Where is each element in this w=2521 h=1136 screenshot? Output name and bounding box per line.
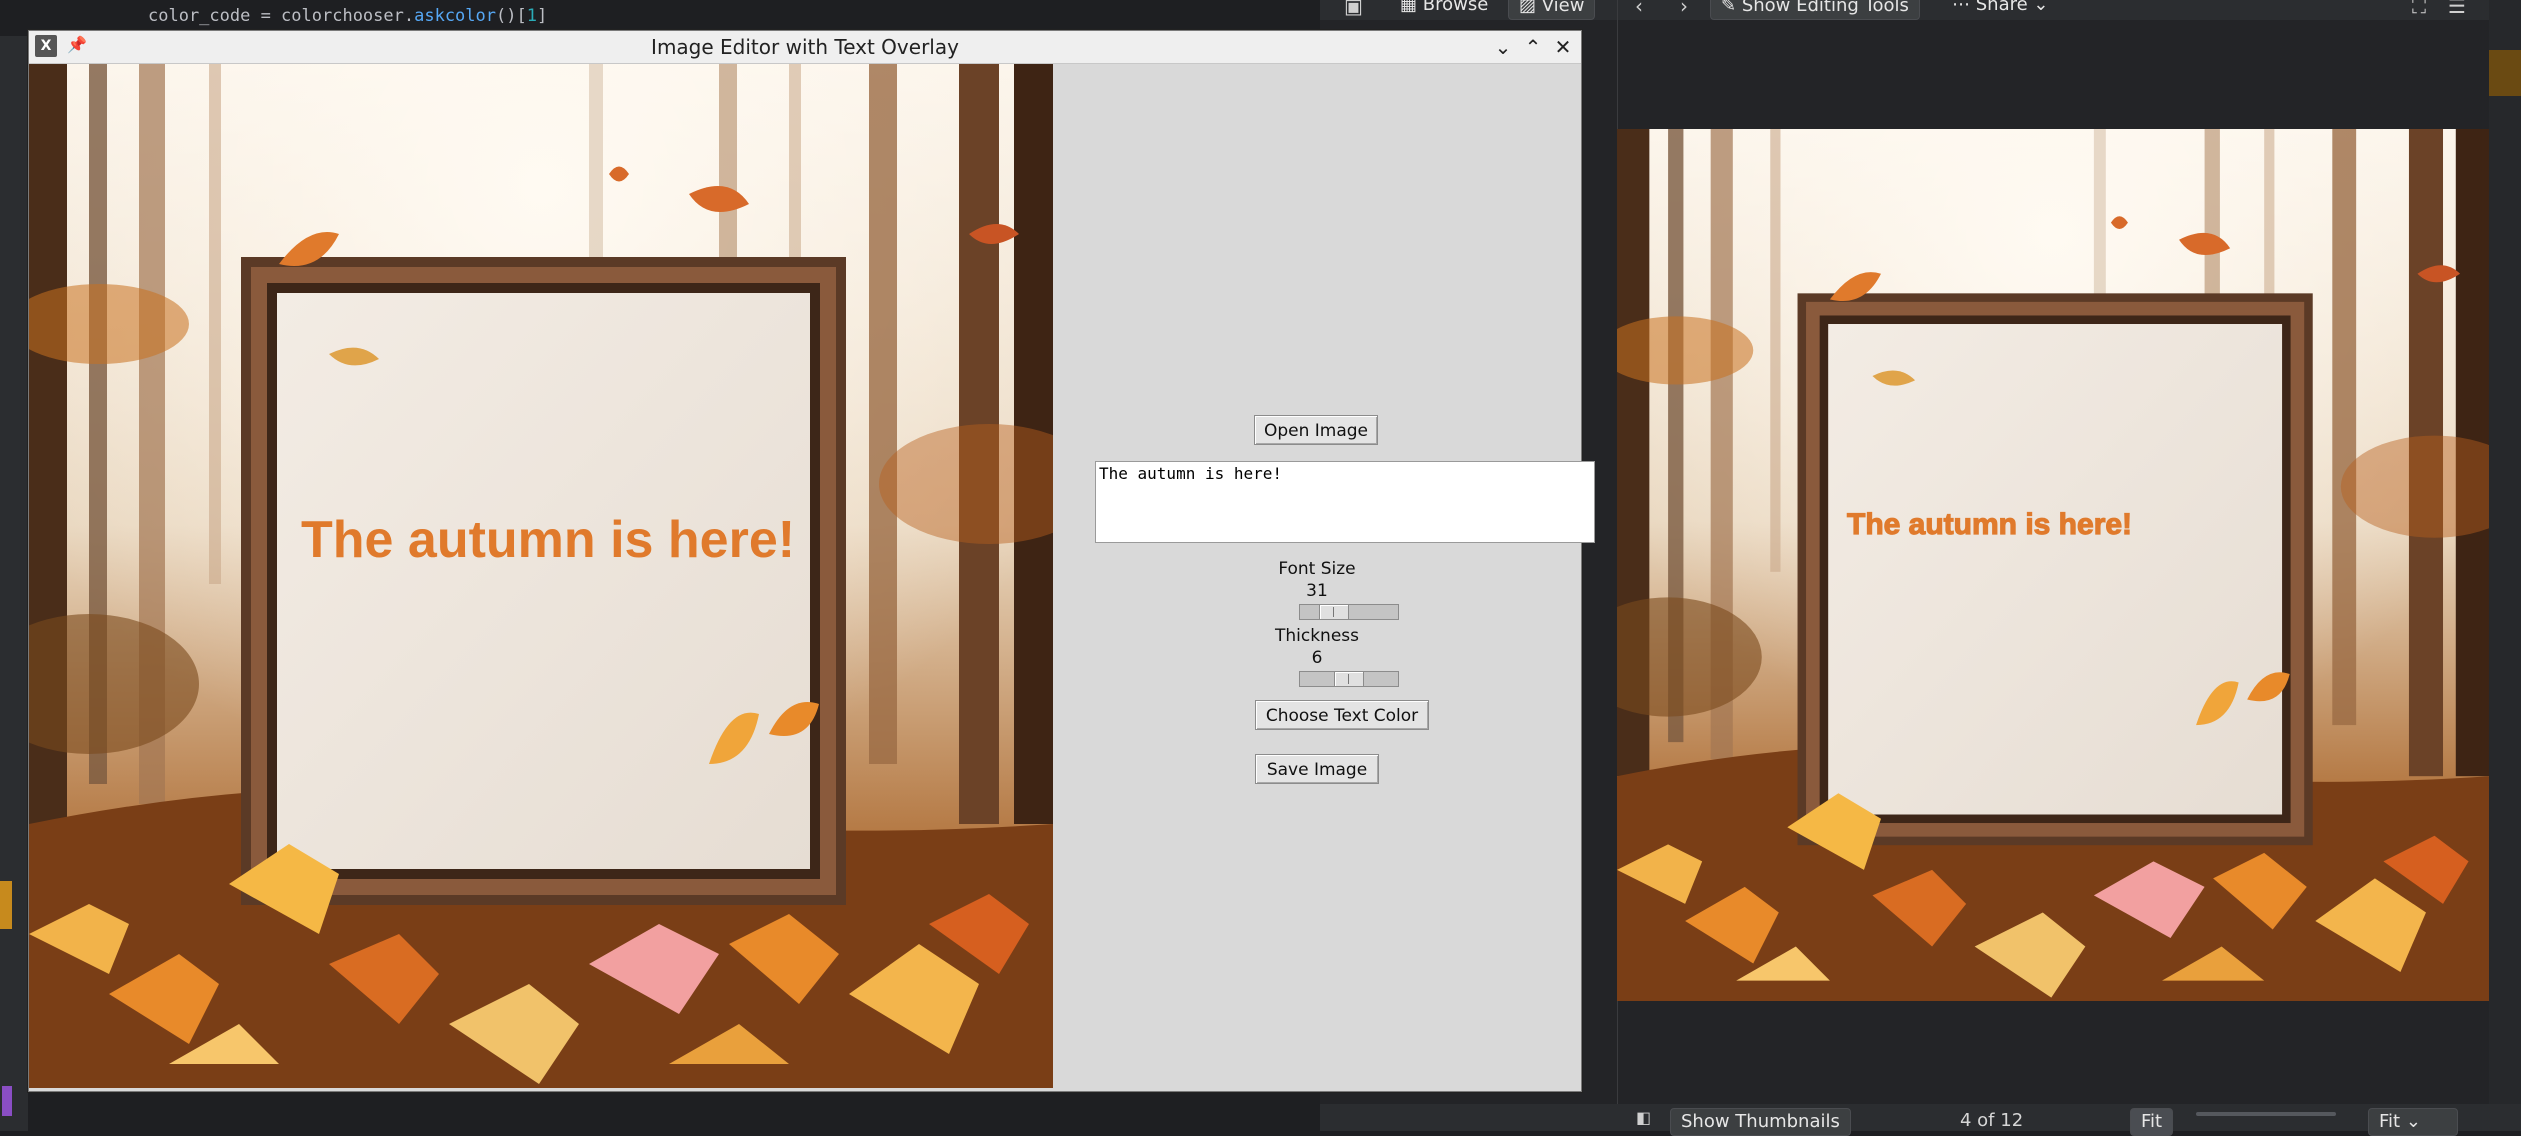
zoom-select-value: Fit [2379,1111,2401,1132]
hamburger-menu-icon[interactable]: ☰ [2448,0,2466,18]
rail-tab[interactable] [2,1086,12,1116]
fullscreen-icon[interactable]: ⛶ [2412,0,2426,18]
sidebar-toggle-icon[interactable]: ◧ [1636,1108,1651,1127]
view-label: View [1541,0,1585,16]
font-size-slider-thumb[interactable] [1319,604,1349,620]
sidebar-tab[interactable] [2489,50,2521,96]
chevron-down-icon: ⌄ [2027,0,2049,15]
fit-button[interactable]: Fit [2130,1108,2174,1136]
show-editing-tools-button[interactable]: ✎ Show Editing Tools [1710,0,1920,20]
autumn-frame-image [1617,129,2489,1001]
autumn-frame-image [29,64,1053,1088]
browse-button[interactable]: ▦ Browse [1390,0,1498,18]
back-arrow-icon[interactable]: ‹ [1635,0,1643,18]
share-button[interactable]: ⋯ Share ⌄ [1942,0,2059,18]
forward-arrow-icon[interactable]: › [1680,0,1688,18]
viewer-statusbar: ◧ Show Thumbnails 4 of 12 Fit Fit ⌄ [1320,1104,2521,1136]
image-icon: ▨ [1519,0,1542,16]
zoom-select[interactable]: Fit ⌄ [2368,1108,2458,1136]
code-text: ()[ [496,6,527,26]
view-button[interactable]: ▨ View [1508,0,1596,20]
code-function: askcolor [414,6,496,26]
share-icon: ⋯ [1952,0,1976,15]
overlay-text-input[interactable]: The autumn is here! [1095,461,1595,543]
maximize-chevron-icon[interactable]: ⌃ [1519,33,1547,61]
fit-label: Fit [2141,1111,2163,1132]
show-thumbnails-label: Show Thumbnails [1681,1111,1840,1132]
code-line: color_code = colorchooser.askcolor()[1] [148,6,547,26]
code-number: 1 [526,6,537,26]
image-counter: 4 of 12 [1960,1110,2024,1131]
font-size-value: 31 [1306,581,1328,601]
window-title: Image Editor with Text Overlay [651,35,959,59]
canvas-overlay-text: The autumn is here! [301,511,796,569]
browse-label: Browse [1422,0,1489,15]
code-text: ] [536,6,548,26]
home-icon[interactable]: ▣ [1344,0,1363,18]
image-canvas[interactable]: The autumn is here! [29,64,1053,1088]
font-size-slider[interactable] [1299,604,1399,620]
window-titlebar[interactable]: X 📌 Image Editor with Text Overlay ⌄ ⌃ ✕ [29,31,1581,64]
viewer-toolbar: ▣ ▦ Browse ▨ View ‹ › ✎ Show Editing Too… [1320,0,2521,20]
minimize-chevron-icon[interactable]: ⌄ [1489,33,1517,61]
controls-panel: Open Image The autumn is here! Font Size… [1053,64,1595,1090]
grid-icon: ▦ [1400,0,1423,15]
zoom-slider[interactable] [2196,1112,2336,1116]
editor-left-rail [0,36,28,1131]
viewer-overlay-text: The autumn is here! [1846,507,2133,541]
share-label: Share [1975,0,2028,15]
open-image-button[interactable]: Open Image [1254,415,1378,445]
thickness-slider-thumb[interactable] [1334,671,1364,687]
show-thumbnails-button[interactable]: Show Thumbnails [1670,1108,1851,1136]
viewer-right-sidebar [2489,0,2521,1131]
pencil-icon: ✎ [1721,0,1742,16]
image-editor-window: X 📌 Image Editor with Text Overlay ⌄ ⌃ ✕ [28,30,1595,1092]
show-editing-tools-label: Show Editing Tools [1741,0,1909,16]
close-icon[interactable]: ✕ [1549,33,1577,61]
save-image-button[interactable]: Save Image [1255,754,1379,784]
choose-text-color-button[interactable]: Choose Text Color [1255,700,1429,730]
thickness-label: Thickness [1274,626,1360,646]
rail-tab[interactable] [0,881,12,929]
code-text: color_code = colorchooser. [148,6,415,26]
font-size-label: Font Size [1278,559,1356,579]
thickness-value: 6 [1311,648,1323,668]
viewer-photo: The autumn is here! [1617,129,2489,1001]
thickness-slider[interactable] [1299,671,1399,687]
chevron-down-icon: ⌄ [2400,1111,2421,1132]
